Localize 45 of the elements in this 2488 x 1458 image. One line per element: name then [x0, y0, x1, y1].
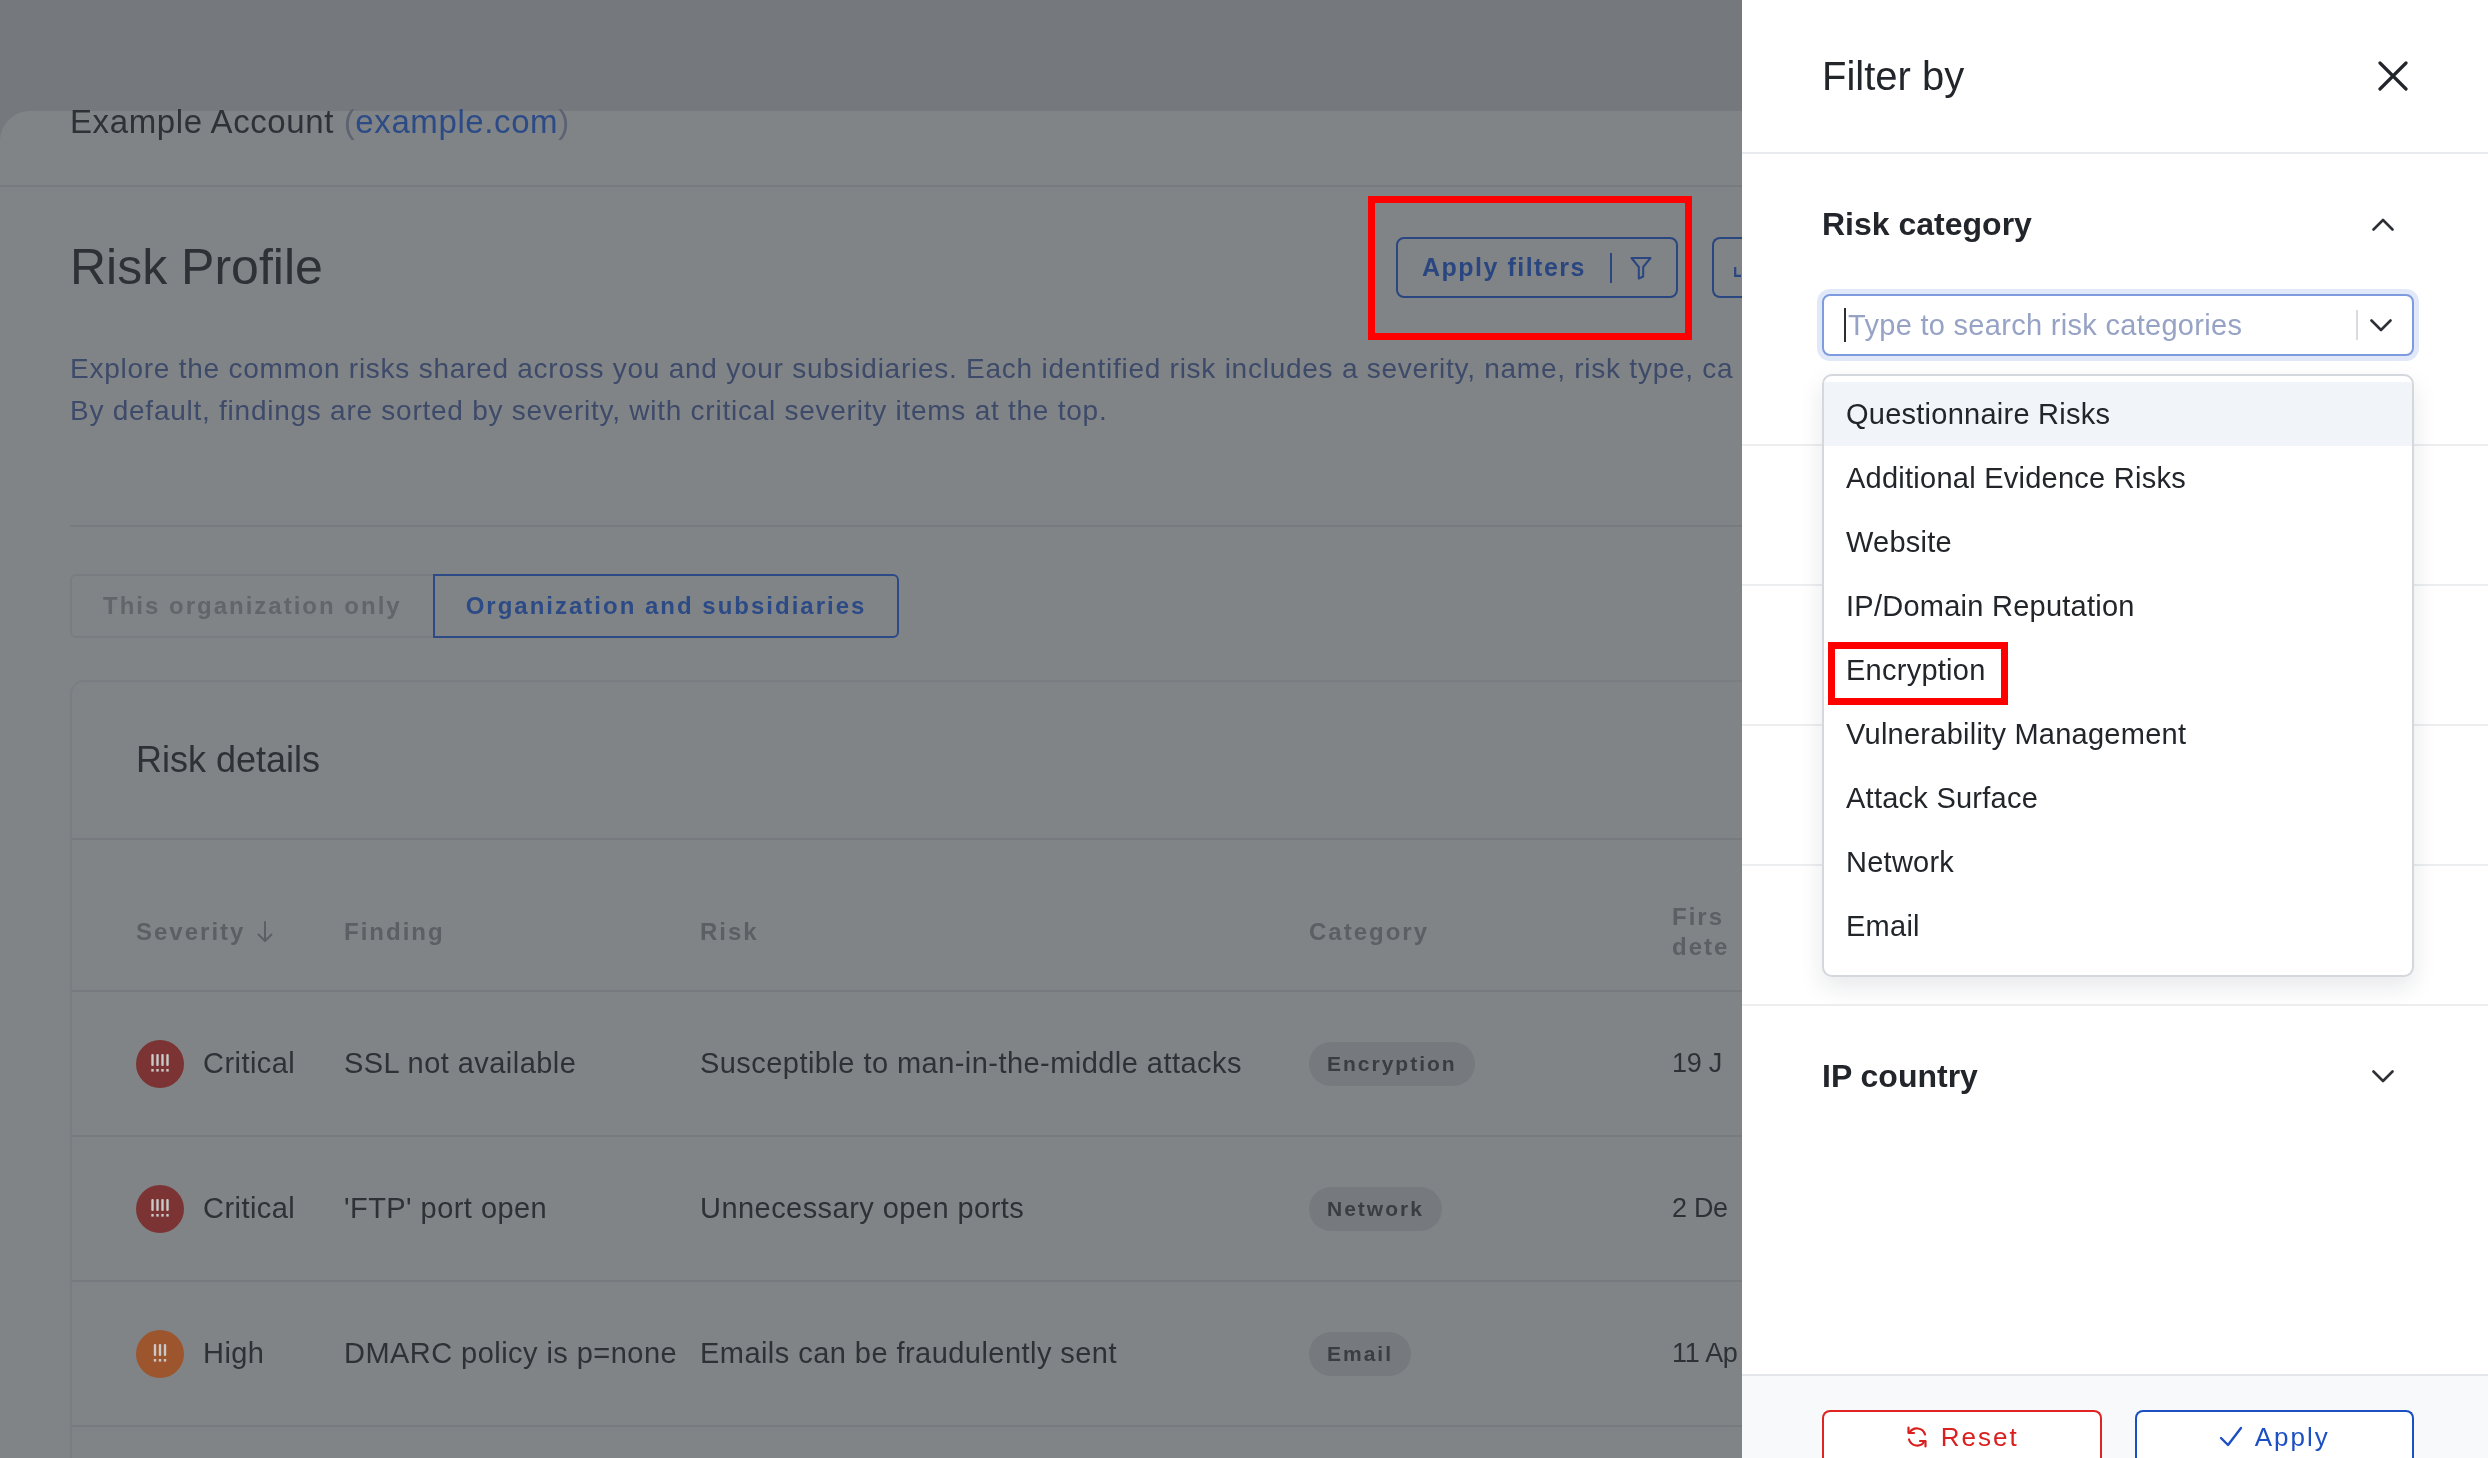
- dropdown-option[interactable]: Vulnerability Management: [1824, 702, 2412, 766]
- dropdown-option[interactable]: Email: [1824, 894, 2412, 958]
- risk-cell: Emails can be fraudulently sent: [700, 1337, 1117, 1369]
- description-text: Explore the common risks shared across you and your subsidiaries. Each identified risk includes a severity, name, risk type, ca: [70, 352, 1734, 386]
- date-cell: 2 De: [1672, 1193, 1728, 1223]
- dropdown-option[interactable]: Questionnaire Risks: [1824, 382, 2412, 446]
- chevron-down-icon[interactable]: [2370, 319, 2392, 332]
- risk-cell: Susceptible to man-in-the-middle attacks: [700, 1047, 1242, 1079]
- dropdown-option[interactable]: Website: [1824, 510, 2412, 574]
- finding-cell: DMARC policy is p=none: [344, 1337, 678, 1369]
- filter-icon: [1630, 255, 1652, 280]
- finding-cell: SSL not available: [344, 1047, 577, 1079]
- finding-cell: 'FTP' port open: [344, 1192, 548, 1224]
- close-button[interactable]: [2378, 61, 2408, 91]
- dropdown-option[interactable]: Network: [1824, 830, 2412, 894]
- dropdown-option[interactable]: Encryption: [1824, 638, 2412, 702]
- section-title: Risk category: [1822, 205, 2032, 243]
- reset-button[interactable]: Reset: [1822, 1410, 2102, 1458]
- dropdown-option[interactable]: Additional Evidence Risks: [1824, 446, 2412, 510]
- apply-button[interactable]: Apply: [2134, 1410, 2414, 1458]
- severity-label: High: [203, 1337, 265, 1370]
- chevron-up-icon[interactable]: [2372, 217, 2394, 231]
- dropdown-option[interactable]: Attack Surface: [1824, 766, 2412, 830]
- dropdown-option[interactable]: IP/Domain Reputation: [1824, 574, 2412, 638]
- severity-label: Critical: [203, 1047, 296, 1080]
- category-tag: Network: [1309, 1186, 1442, 1231]
- search-field[interactable]: Type to search risk categories: [1822, 294, 2414, 356]
- date-cell: 11 Ap: [1672, 1338, 1738, 1368]
- corner-icon: [1734, 266, 1741, 277]
- category-tag: Email: [1309, 1331, 1412, 1376]
- chevron-down-icon[interactable]: [2372, 1069, 2394, 1083]
- check-icon: [2218, 1425, 2243, 1449]
- reset-icon: [1904, 1425, 1929, 1449]
- account-title: Example Account (example.com): [70, 103, 570, 141]
- description-text: By default, findings are sorted by severity, with critical severity items at the top.: [70, 394, 1108, 428]
- text-cursor-icon: [1844, 308, 1846, 342]
- card-title: Risk details: [136, 739, 321, 781]
- severity-label: Critical: [203, 1192, 296, 1225]
- page-title: Risk Profile: [70, 238, 323, 297]
- risk-cell: Unnecessary open ports: [700, 1192, 1025, 1224]
- drawer-title: Filter by: [1822, 53, 1965, 99]
- section-title: IP country: [1822, 1057, 1978, 1095]
- close-icon: [2378, 61, 2408, 91]
- category-tag: Encryption: [1309, 1041, 1475, 1086]
- date-cell: 19 J: [1672, 1048, 1722, 1078]
